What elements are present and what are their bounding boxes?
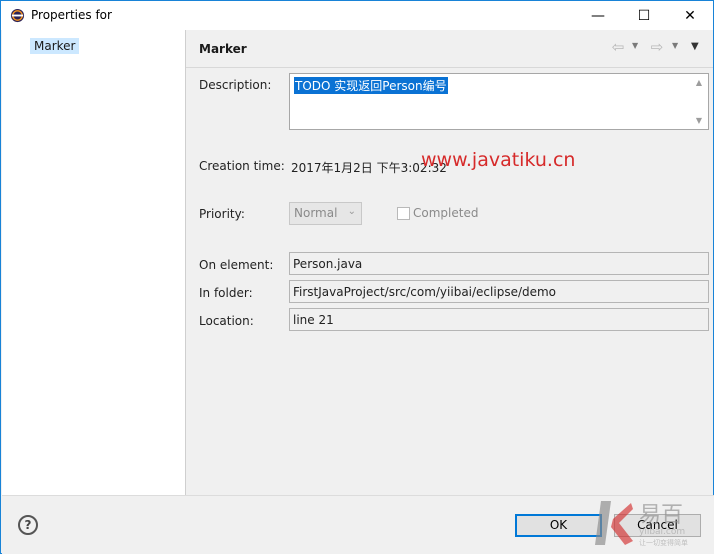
logo-text: 易百 — [639, 503, 684, 528]
forward-dropdown-icon[interactable]: ▼ — [672, 41, 678, 50]
location-label: Location: — [199, 314, 254, 328]
property-tree[interactable]: Marker — [2, 30, 186, 495]
minimize-icon: — — [591, 7, 605, 24]
on-element-label: On element: — [199, 258, 274, 272]
maximize-button[interactable]: ☐ — [621, 1, 667, 30]
priority-value: Normal — [294, 206, 338, 220]
completed-checkbox[interactable] — [397, 207, 410, 220]
maximize-icon: ☐ — [637, 7, 651, 24]
forward-arrow-icon[interactable]: ⇨ — [648, 38, 666, 56]
ok-button[interactable]: OK — [515, 514, 602, 537]
yiibai-logo: 易百 yiibai.com 让一切变得简单 — [593, 497, 713, 553]
property-page: Marker ⇦ ▼ ⇨ ▼ ▼ Description: TODO 实现返回P… — [186, 30, 713, 495]
title-bar[interactable]: Properties for — ☐ ✕ — [1, 1, 713, 30]
watermark-text: www.javatiku.cn — [421, 149, 576, 171]
tree-item-marker[interactable]: Marker — [30, 38, 80, 54]
priority-select[interactable]: Normal ⌄ — [289, 202, 362, 225]
close-button[interactable]: ✕ — [667, 1, 713, 30]
view-menu-icon[interactable]: ▼ — [691, 41, 699, 52]
location-field[interactable]: line 21 — [289, 308, 709, 331]
properties-dialog: Properties for — ☐ ✕ Marker Marker ⇦ ▼ ⇨… — [0, 0, 714, 554]
yiibai-logo-icon — [595, 501, 633, 545]
completed-label: Completed — [413, 206, 479, 220]
close-icon: ✕ — [684, 7, 696, 24]
creation-time-label: Creation time: — [199, 159, 285, 173]
window-title: Properties for — [31, 8, 112, 22]
priority-label: Priority: — [199, 207, 245, 221]
scroll-down-icon[interactable]: ▼ — [693, 116, 705, 125]
scroll-up-icon[interactable]: ▲ — [693, 78, 705, 87]
description-label: Description: — [199, 78, 272, 92]
page-header: Marker ⇦ ▼ ⇨ ▼ ▼ — [186, 30, 713, 68]
chevron-down-icon: ⌄ — [347, 206, 356, 217]
in-folder-label: In folder: — [199, 286, 253, 300]
on-element-field[interactable]: Person.java — [289, 252, 709, 275]
help-icon[interactable]: ? — [18, 515, 38, 535]
back-arrow-icon[interactable]: ⇦ — [609, 38, 627, 56]
back-dropdown-icon[interactable]: ▼ — [632, 41, 638, 50]
in-folder-field[interactable]: FirstJavaProject/src/com/yiibai/eclipse/… — [289, 280, 709, 303]
description-value: TODO 实现返回Person编号 — [294, 77, 448, 94]
minimize-button[interactable]: — — [575, 1, 621, 30]
eclipse-icon — [10, 8, 25, 23]
logo-subtext: yiibai.com — [639, 527, 686, 537]
description-input[interactable]: TODO 实现返回Person编号 ▲ ▼ — [289, 73, 709, 130]
page-title: Marker — [199, 42, 247, 56]
logo-tagline: 让一切变得简单 — [639, 539, 688, 547]
